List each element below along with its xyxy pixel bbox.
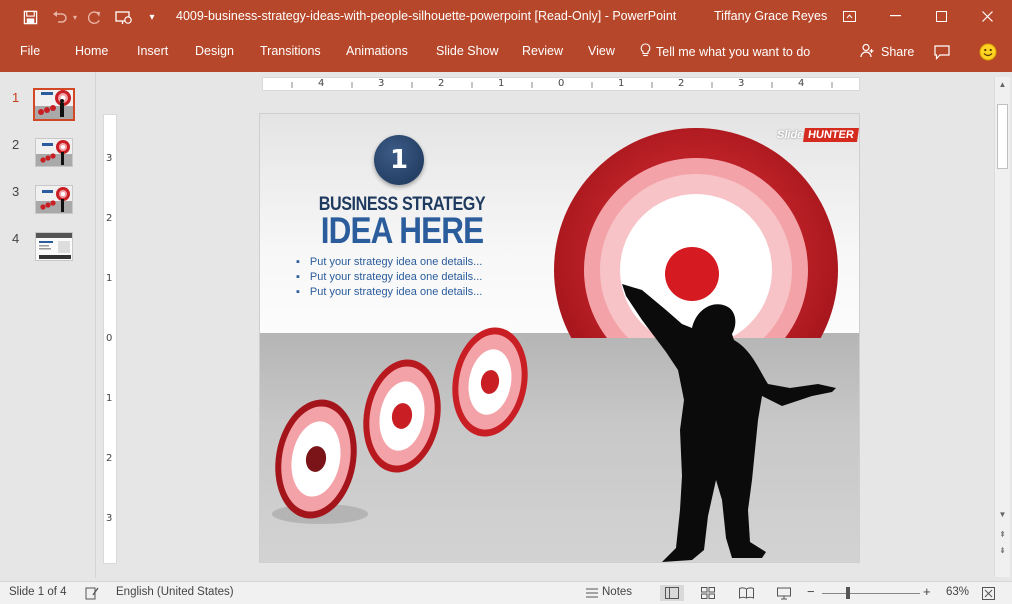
ruler-label: 1 [106, 273, 113, 284]
ruler-label: 2 [678, 78, 685, 89]
horizontal-ruler: 4 3 2 1 0 1 2 3 4 [262, 77, 860, 91]
vertical-scrollbar[interactable]: ▲ ▼ ⇞ ⇟ [994, 77, 1010, 577]
bullet-item: Put your strategy idea one details... [296, 285, 482, 300]
tab-view[interactable]: View [588, 44, 615, 58]
tab-review[interactable]: Review [522, 44, 563, 58]
zoom-out-icon[interactable]: − [807, 584, 815, 599]
person-icon [860, 43, 875, 61]
document-title: 4009-business-strategy-ideas-with-people… [176, 9, 677, 23]
tab-file[interactable]: File [20, 44, 40, 58]
previous-slide-icon[interactable]: ⇞ [995, 527, 1010, 542]
slide-number-badge[interactable]: 1 [374, 135, 424, 185]
normal-view-icon[interactable] [660, 585, 684, 601]
slide-sorter-icon[interactable] [700, 585, 716, 601]
ruler-label: 0 [558, 78, 565, 89]
ruler-label: 2 [438, 78, 445, 89]
ruler-label: 3 [738, 78, 745, 89]
tab-animations[interactable]: Animations [346, 44, 408, 58]
logo-text-part2: HUNTER [803, 128, 859, 142]
slide-canvas[interactable]: 1 BUSINESS STRATEGY IDEA HERE Put your s… [259, 113, 860, 563]
vertical-ruler: 3 2 1 0 1 2 3 [103, 114, 117, 564]
reading-view-icon[interactable] [738, 585, 754, 601]
save-icon[interactable] [20, 7, 40, 27]
ribbon-display-options-icon[interactable] [834, 5, 864, 27]
tab-home[interactable]: Home [75, 44, 108, 58]
slide-bullet-list[interactable]: Put your strategy idea one details... Pu… [296, 255, 482, 300]
spelling-check-icon[interactable] [84, 585, 100, 601]
zoom-slider-track[interactable] [822, 593, 920, 594]
maximize-icon[interactable] [926, 5, 956, 27]
ruler-label: 4 [798, 78, 805, 89]
scroll-up-icon[interactable]: ▲ [995, 77, 1010, 92]
tab-slide-show[interactable]: Slide Show [436, 44, 499, 58]
ruler-label: 3 [378, 78, 385, 89]
status-bar: Slide 1 of 4 English (United States) Not… [0, 581, 1012, 604]
language-indicator[interactable]: English (United States) [116, 586, 234, 598]
share-button[interactable]: Share [860, 43, 914, 61]
fit-to-window-icon[interactable] [980, 585, 996, 601]
ruler-label: 2 [106, 213, 113, 224]
comments-icon[interactable] [932, 42, 952, 62]
notes-button[interactable]: Notes [602, 586, 632, 598]
ruler-label: 3 [106, 513, 113, 524]
scroll-down-icon[interactable]: ▼ [995, 507, 1010, 522]
slide-heading-line2[interactable]: IDEA HERE [300, 210, 504, 252]
slide-counter: Slide 1 of 4 [9, 586, 67, 598]
smiley-feedback-icon[interactable] [978, 42, 998, 62]
ruler-label: 4 [318, 78, 325, 89]
slide-thumbnail-1[interactable] [33, 88, 75, 121]
lightbulb-icon [640, 43, 651, 60]
tab-design[interactable]: Design [195, 44, 234, 58]
slide-thumbnail-4[interactable] [35, 232, 73, 261]
tell-me-label: Tell me what you want to do [656, 44, 811, 59]
zoom-slider-thumb[interactable] [846, 587, 850, 599]
redo-icon[interactable] [84, 7, 104, 27]
next-slide-icon[interactable]: ⇟ [995, 543, 1010, 558]
slide-thumbnail-pane: 1 2 3 4 [0, 72, 96, 578]
small-targets-graphic [272, 327, 528, 524]
slide-show-view-icon[interactable] [776, 585, 792, 601]
share-label: Share [881, 45, 915, 59]
thumbnail-number-1: 1 [12, 90, 20, 105]
bullet-item: Put your strategy idea one details... [296, 255, 482, 270]
slideshow-from-start-icon[interactable] [113, 7, 135, 27]
close-icon[interactable] [972, 5, 1002, 27]
slidehunter-logo: Slide HUNTER [777, 128, 859, 142]
zoom-level[interactable]: 63% [946, 586, 969, 598]
tab-transitions[interactable]: Transitions [260, 44, 321, 58]
undo-icon[interactable] [50, 7, 70, 27]
undo-dropdown-icon[interactable]: ▾ [70, 7, 80, 27]
notes-icon[interactable] [584, 585, 600, 601]
slide-thumbnail-3[interactable] [35, 185, 73, 214]
ribbon-tabs: File Home Insert Design Transitions Anim… [0, 34, 1012, 72]
ruler-label: 1 [498, 78, 505, 89]
ruler-label: 0 [106, 333, 113, 344]
thumbnail-number-2: 2 [12, 137, 20, 152]
ruler-label: 1 [106, 393, 113, 404]
ruler-label: 1 [618, 78, 625, 89]
zoom-in-icon[interactable]: + [923, 584, 931, 599]
businessman-silhouette [622, 284, 836, 562]
tab-insert[interactable]: Insert [137, 44, 168, 58]
scrollbar-thumb[interactable] [997, 104, 1008, 169]
customize-toolbar-icon[interactable]: ▾ [145, 7, 159, 27]
thumbnail-number-3: 3 [12, 184, 20, 199]
minimize-icon[interactable] [880, 5, 910, 27]
bullet-item: Put your strategy idea one details... [296, 270, 482, 285]
title-bar: ▾ ▾ 4009-business-strategy-ideas-with-pe… [0, 0, 1012, 34]
thumbnail-number-4: 4 [12, 231, 20, 246]
slide-thumbnail-2[interactable] [35, 138, 73, 167]
ruler-label: 2 [106, 453, 113, 464]
ruler-label: 3 [106, 153, 113, 164]
signed-in-user[interactable]: Tiffany Grace Reyes [714, 9, 827, 23]
tell-me-box[interactable]: Tell me what you want to do [640, 43, 810, 60]
logo-text-part1: Slide [777, 129, 804, 141]
